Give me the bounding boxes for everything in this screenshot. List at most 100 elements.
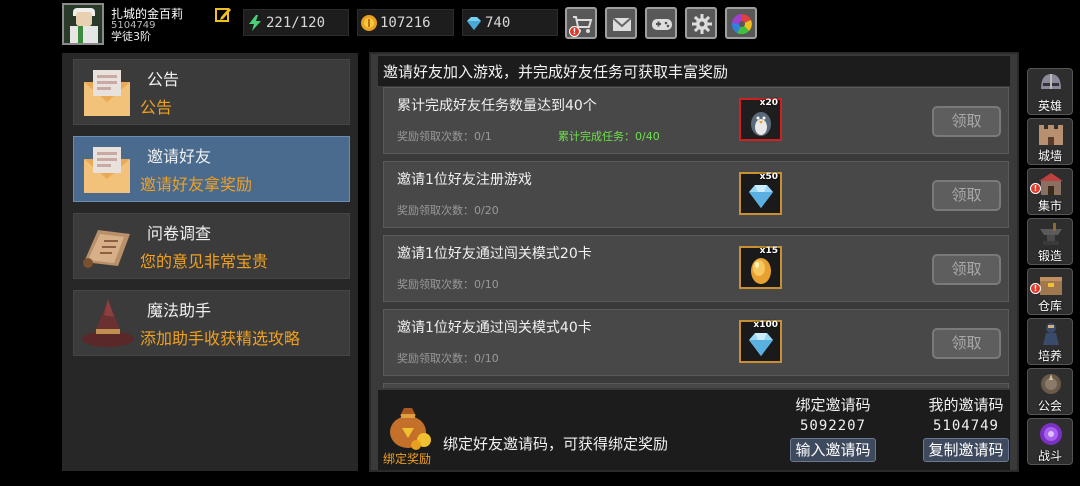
task-row: 邀请1位好友注册游戏 奖励领取次数：0/20 x50 领取	[383, 161, 1009, 228]
market-icon	[1039, 173, 1063, 195]
diamond-icon	[749, 333, 773, 356]
bind-code-value: 5092207	[799, 418, 866, 434]
task-row: 邀请1位好友通过闯关模式40卡 奖励领取次数：0/10 x100 领取	[383, 309, 1009, 376]
guild-icon	[1041, 374, 1061, 394]
wall-icon	[1039, 125, 1063, 145]
my-code-value: 5104749	[932, 418, 999, 434]
task-title: 邀请1位好友注册游戏	[397, 172, 532, 188]
sidebar-item-subtitle: 添加助手收获精选攻略	[140, 329, 301, 348]
gear-icon	[692, 14, 712, 34]
nav-label: 英雄	[1037, 99, 1062, 113]
avatar[interactable]	[62, 3, 104, 45]
invite-code-bar: 绑定奖励 绑定好友邀请码，可获得绑定奖励 绑定邀请码 5092207 输入邀请码…	[378, 390, 1010, 470]
sidebar-item-subtitle: 公告	[140, 98, 173, 117]
panel-title: 邀请好友加入游戏，并完成好友任务可获取丰富奖励	[383, 63, 729, 81]
sidebar-item-announcement[interactable]: 公告 公告	[73, 59, 350, 125]
sidebar-item-title: 问卷调查	[147, 224, 212, 243]
scroll-icon	[83, 230, 130, 268]
reward-item[interactable]: x100	[739, 320, 782, 363]
reward-item[interactable]: x50	[739, 172, 782, 215]
theme-button[interactable]	[725, 7, 757, 39]
task-row: 邀请1位好友通过闯关模式20卡 奖励领取次数：0/10 x15 领取	[383, 235, 1009, 302]
task-title: 邀请1位好友通过闯关模式40卡	[397, 320, 592, 336]
task-row	[383, 383, 1009, 388]
nav-training[interactable]: 培养	[1027, 318, 1073, 365]
reward-quantity: x50	[759, 172, 778, 182]
player-rank: 学徒3阶	[111, 30, 151, 43]
claim-button[interactable]: 领取	[932, 180, 1001, 211]
alert-badge: !	[1030, 283, 1041, 294]
bind-code-section: 绑定邀请码 5092207 输入邀请码	[778, 394, 888, 462]
task-claim-count: 奖励领取次数：0/10	[397, 278, 499, 291]
anvil-icon	[1040, 223, 1062, 245]
nav-label: 战斗	[1037, 449, 1062, 463]
enter-code-button[interactable]: 输入邀请码	[790, 438, 876, 462]
energy-value: 221/120	[266, 15, 326, 31]
nav-battle[interactable]: 战斗	[1027, 418, 1073, 465]
reward-quantity: x15	[759, 246, 778, 256]
sidebar-item-title: 公告	[147, 70, 180, 89]
task-title: 累计完成好友任务数量达到40个	[397, 98, 597, 114]
nav-guild[interactable]: 公会	[1027, 368, 1073, 415]
gold-counter: 107216	[357, 9, 454, 36]
warehouse-icon	[1040, 277, 1062, 295]
envelope-icon	[84, 147, 130, 193]
sidebar-item-subtitle: 您的意见非常宝贵	[140, 252, 269, 271]
nav-hero[interactable]: 英雄	[1027, 68, 1073, 115]
golden-egg-icon	[751, 258, 771, 284]
helmet-icon	[1041, 74, 1061, 89]
portal-icon	[1040, 423, 1062, 445]
task-claim-count: 奖励领取次数：0/10	[397, 352, 499, 365]
alert-badge: !	[1030, 183, 1041, 194]
penguin-icon	[751, 112, 771, 136]
task-progress: 累计完成任务：0/40	[558, 130, 660, 143]
edit-icon[interactable]	[214, 6, 232, 24]
task-list[interactable]: 累计完成好友任务数量达到40个 奖励领取次数：0/1 累计完成任务：0/40 x…	[371, 87, 1017, 388]
sidebar-item-title: 邀请好友	[147, 147, 212, 166]
task-claim-count: 奖励领取次数：0/20	[397, 204, 499, 217]
my-code-label: 我的邀请码	[928, 396, 1004, 414]
training-icon	[1043, 323, 1059, 345]
claim-button[interactable]: 领取	[932, 106, 1001, 137]
nav-label: 锻造	[1037, 249, 1062, 263]
reward-quantity: x100	[753, 320, 778, 330]
gold-value: 107216	[380, 15, 431, 31]
gem-icon	[467, 17, 481, 30]
mail-button[interactable]	[605, 7, 637, 39]
sidebar-item-invite-friends[interactable]: 邀请好友 邀请好友拿奖励	[73, 136, 350, 202]
nav-label: 仓库	[1037, 299, 1062, 313]
reward-bag-icon	[390, 408, 431, 450]
nav-label: 集市	[1037, 199, 1062, 213]
energy-counter: 221/120	[243, 9, 349, 36]
envelope-icon	[84, 70, 130, 116]
panel-header: 邀请好友加入游戏，并完成好友任务可获取丰富奖励	[378, 56, 1010, 86]
bind-description: 绑定好友邀请码，可获得绑定奖励	[443, 435, 669, 453]
lightning-icon	[249, 15, 261, 31]
copy-code-button[interactable]: 复制邀请码	[923, 438, 1009, 462]
bind-code-label: 绑定邀请码	[795, 396, 871, 414]
nav-forge[interactable]: 锻造	[1027, 218, 1073, 265]
reward-item[interactable]: x15	[739, 246, 782, 289]
gem-counter: 740	[462, 9, 558, 36]
claim-button[interactable]: 领取	[932, 254, 1001, 285]
sidebar: 公告 公告 邀请好友 邀请好友拿奖励 问卷调查 您的意见非常宝贵 魔法助手 添加…	[62, 53, 358, 471]
nav-warehouse[interactable]: ! 仓库	[1027, 268, 1073, 315]
claim-button[interactable]: 领取	[932, 328, 1001, 359]
settings-button[interactable]	[685, 7, 717, 39]
sidebar-item-magic-helper[interactable]: 魔法助手 添加助手收获精选攻略	[73, 290, 350, 356]
sidebar-item-survey[interactable]: 问卷调查 您的意见非常宝贵	[73, 213, 350, 279]
color-wheel-icon	[731, 13, 752, 35]
nav-wall[interactable]: 城墙	[1027, 118, 1073, 165]
sidebar-item-title: 魔法助手	[147, 301, 212, 320]
nav-label: 公会	[1037, 399, 1062, 413]
my-code-section: 我的邀请码 5104749 复制邀请码	[911, 394, 1021, 462]
shop-button[interactable]: !	[565, 7, 597, 39]
diamond-icon	[749, 185, 773, 208]
gamepad-button[interactable]	[645, 7, 677, 39]
task-title: 邀请1位好友通过闯关模式20卡	[397, 246, 592, 262]
sidebar-item-subtitle: 邀请好友拿奖励	[140, 175, 253, 194]
nav-market[interactable]: ! 集市	[1027, 168, 1073, 215]
reward-item[interactable]: x20	[739, 98, 782, 141]
bind-reward-label: 绑定奖励	[383, 452, 432, 466]
reward-quantity: x20	[759, 98, 778, 108]
